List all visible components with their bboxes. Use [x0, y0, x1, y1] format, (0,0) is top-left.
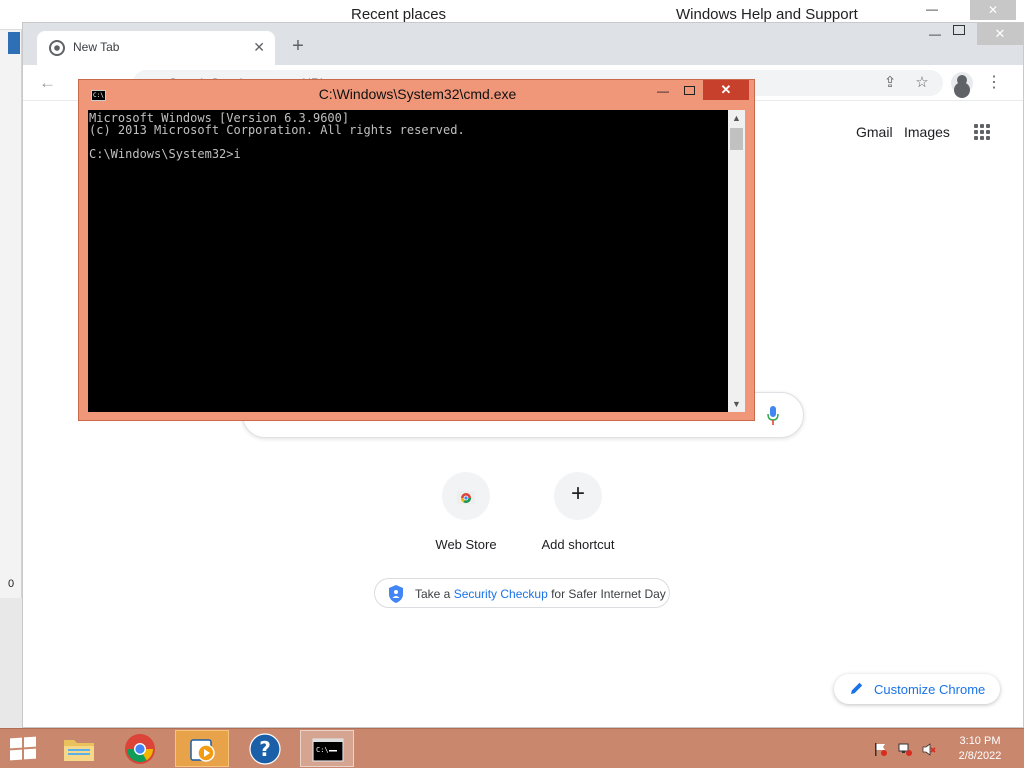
add-shortcut-label: Add shortcut [541, 537, 615, 552]
plus-icon: + [570, 480, 585, 507]
customize-chrome-label: Customize Chrome [874, 682, 986, 697]
new-tab-button[interactable]: + [287, 35, 309, 58]
chrome-menu-icon[interactable]: ⋮ [985, 74, 1003, 92]
cmd-minimize-button[interactable]: — [657, 84, 669, 98]
network-icon[interactable] [898, 743, 912, 756]
taskbar: ? C:\ 3:10 PM 2/8/2022 [0, 728, 1024, 768]
system-clock[interactable]: 3:10 PM 2/8/2022 [948, 734, 1012, 764]
sidebar-accent [8, 32, 20, 54]
chrome-maximize-button[interactable] [953, 25, 965, 35]
cmd-maximize-button[interactable] [684, 86, 695, 95]
web-store-icon [457, 491, 475, 504]
help-close-button[interactable]: ✕ [970, 0, 1016, 20]
clock-date: 2/8/2022 [958, 750, 1002, 762]
customize-chrome-button[interactable]: Customize Chrome [834, 674, 1000, 704]
security-suffix: for Safer Internet Day [547, 587, 666, 601]
cmd-window-title: C:\Windows\System32\cmd.exe [318, 86, 517, 102]
scroll-down-icon[interactable]: ▼ [728, 396, 745, 412]
web-store-tile [442, 472, 490, 520]
taskbar-command-prompt[interactable]: C:\ [300, 730, 354, 767]
start-button[interactable] [10, 736, 38, 761]
gmail-link[interactable]: Gmail [856, 124, 893, 140]
chrome-close-button[interactable]: ✕ [977, 23, 1023, 45]
voice-search-mic-icon[interactable] [767, 406, 779, 426]
media-player-icon [190, 739, 215, 762]
pencil-icon [851, 682, 863, 694]
security-checkup-promo[interactable]: Take a Security Checkup for Safer Intern… [374, 578, 670, 608]
chrome-minimize-button[interactable]: — [929, 27, 941, 41]
help-minimize-button[interactable]: — [918, 2, 946, 16]
shortcut-web-store[interactable]: Web Store [411, 472, 521, 552]
scroll-up-icon[interactable]: ▲ [728, 110, 745, 126]
add-shortcut-tile: + [554, 472, 602, 520]
taskbar-help-and-support[interactable]: ? [238, 730, 292, 767]
cmd-window: C:\ C:\Windows\System32\cmd.exe — ✕ Micr… [78, 79, 755, 421]
cmd-scrollbar[interactable]: ▲ ▼ [728, 110, 745, 412]
svg-text:C:\: C:\ [316, 746, 329, 754]
tab-title: New Tab [73, 40, 120, 54]
share-icon[interactable]: ⇪ [881, 74, 899, 92]
command-prompt-icon: C:\ [312, 738, 344, 762]
clock-time: 3:10 PM [959, 735, 1001, 747]
chrome-icon [125, 734, 155, 764]
bookmark-star-icon[interactable]: ☆ [913, 74, 931, 92]
taskbar-media-player[interactable] [175, 730, 229, 767]
images-link[interactable]: Images [904, 124, 950, 140]
folder-icon [64, 740, 94, 761]
action-center-flag-icon[interactable] [874, 743, 888, 756]
security-checkup-text: Take a Security Checkup for Safer Intern… [415, 587, 666, 601]
svg-text:?: ? [259, 737, 271, 761]
web-store-label: Web Store [435, 537, 497, 552]
google-apps-icon[interactable] [974, 124, 990, 140]
tab-new-tab[interactable]: New Tab ✕ [37, 31, 275, 65]
background-sidebar: 0 [0, 30, 22, 598]
back-button[interactable]: ← [39, 73, 56, 93]
cmd-close-button[interactable]: ✕ [703, 80, 749, 100]
sidebar-value: 0 [8, 578, 15, 590]
help-window-title: Windows Help and Support [676, 6, 858, 23]
cmd-console-output[interactable]: Microsoft Windows [Version 6.3.9600] (c)… [88, 110, 728, 412]
security-prefix: Take a [415, 587, 454, 601]
chrome-favicon-icon [49, 40, 65, 56]
shortcut-add[interactable]: + Add shortcut [523, 472, 633, 552]
recent-places-title: Recent places [351, 6, 447, 23]
shield-icon [389, 585, 403, 603]
volume-muted-icon[interactable] [922, 743, 936, 756]
taskbar-chrome[interactable] [113, 730, 167, 767]
scroll-thumb[interactable] [730, 128, 743, 150]
help-icon: ? [249, 733, 281, 765]
taskbar-file-explorer[interactable] [52, 730, 106, 767]
profile-avatar-icon[interactable] [951, 72, 973, 94]
security-checkup-link[interactable]: Security Checkup [454, 587, 548, 601]
tab-close-icon[interactable]: ✕ [253, 39, 265, 56]
tab-strip: New Tab ✕ + — ✕ [23, 23, 1023, 65]
